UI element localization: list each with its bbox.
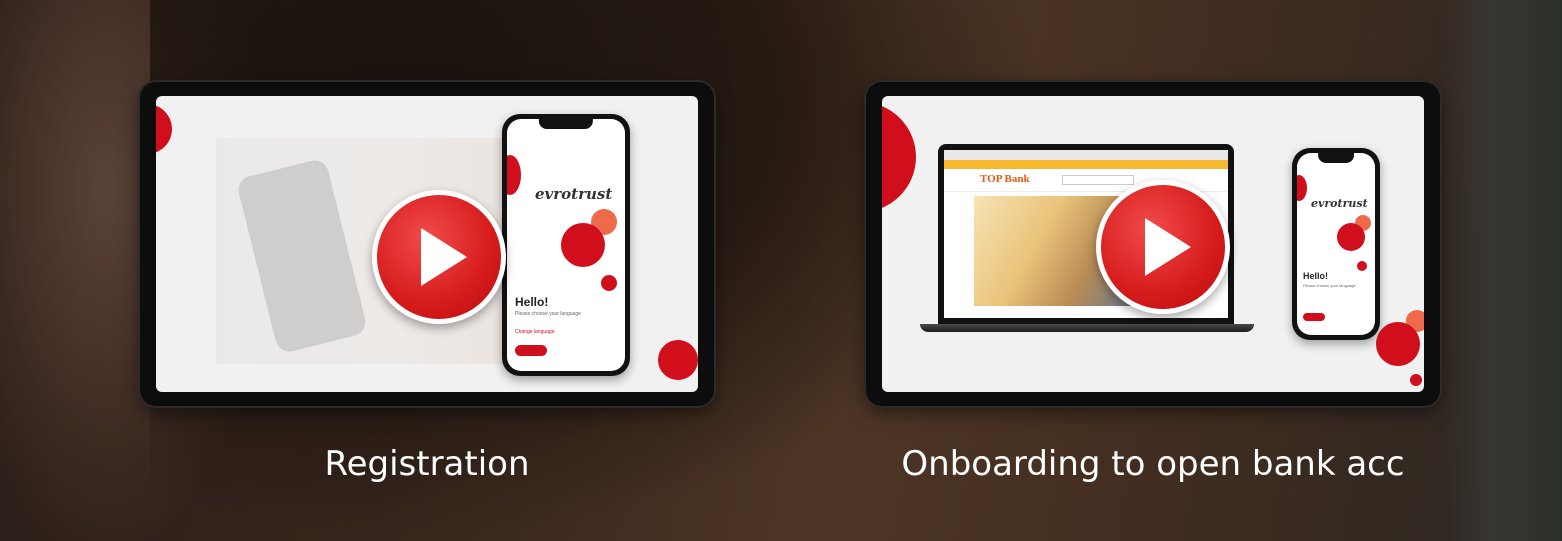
decor-dot [882,102,916,212]
decor-dot [1297,175,1307,201]
site-search-field [1062,175,1134,185]
phone-subtitle: Please choose your language [1303,283,1356,288]
phone-greeting: Hello! [515,295,549,309]
phone-mockup: evrotrust Hello! Please choose your lang… [1292,148,1380,340]
video-thumbnail[interactable]: TOP Bank evrotrust Hello! Please choose … [882,96,1424,392]
phone-mockup: evrotrust Hello! Please choose your lang… [502,114,630,376]
video-thumbnail[interactable]: evrotrust Hello! Please choose your lang… [156,96,698,392]
evrotrust-logo: evrotrust [1311,197,1368,210]
site-nav [944,160,1228,169]
laptop-base [920,324,1254,332]
play-icon [421,228,467,286]
decor-dot [1410,374,1422,386]
change-language-link: Change language [515,329,555,335]
play-button[interactable] [372,190,506,324]
video-card-onboarding[interactable]: TOP Bank evrotrust Hello! Please choose … [866,82,1440,406]
decor-dot [658,340,698,380]
evrotrust-logo: evrotrust [535,185,613,203]
decor-dot [601,275,617,291]
video-card-registration[interactable]: evrotrust Hello! Please choose your lang… [140,82,714,406]
play-button[interactable] [1096,180,1230,314]
decor-dot [156,104,172,154]
decor-dot [1357,261,1367,271]
phone-continue-button [1303,313,1325,321]
decor-dot [1376,322,1420,366]
decor-dot [561,223,605,267]
phone-continue-button [515,345,547,356]
phone-greeting: Hello! [1303,271,1329,281]
phone-subtitle: Please choose your language [515,311,581,317]
play-icon [1145,218,1191,276]
browser-bar [944,150,1228,160]
video-caption-registration: Registration [324,444,530,484]
bank-logo: TOP Bank [980,173,1030,185]
decor-dot [1337,223,1365,251]
decor-dot [507,155,521,195]
video-caption-onboarding: Onboarding to open bank acc [901,444,1405,484]
